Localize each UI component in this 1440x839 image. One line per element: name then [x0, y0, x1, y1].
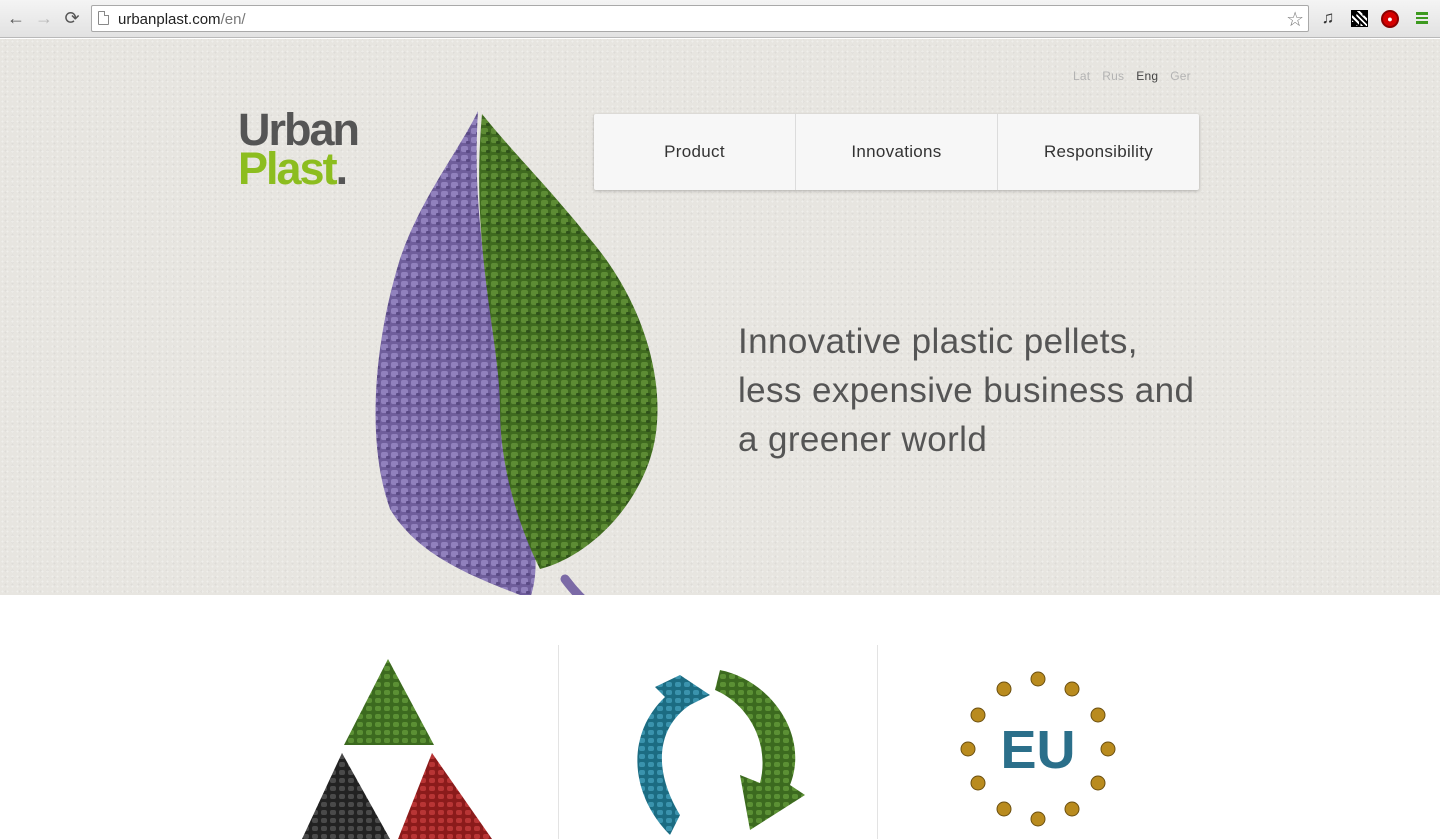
stop-icon[interactable]: ● — [1381, 10, 1399, 28]
url-path: /en/ — [220, 11, 246, 28]
column-divider — [558, 645, 559, 839]
menu-item-responsibility[interactable]: Responsibility — [998, 114, 1199, 190]
back-button[interactable]: ← — [6, 8, 26, 28]
back-arrow-icon: ← — [7, 8, 25, 28]
eu-stars-icon: EU — [960, 671, 1116, 827]
menu-item-product[interactable]: Product — [594, 114, 796, 190]
browser-toolbar: ← → ⟳ urbanplast.com/en/ ☆ ♫ ● — [0, 0, 1440, 38]
reload-icon: ⟳ — [64, 8, 80, 28]
language-switcher: Lat Rus Eng Ger — [1073, 69, 1191, 83]
site-logo[interactable]: Urban Plast. — [238, 107, 360, 191]
main-menu: Product Innovations Responsibility — [594, 114, 1199, 190]
features-section: EU — [0, 595, 1440, 839]
forward-arrow-icon: → — [35, 8, 53, 28]
lang-rus[interactable]: Rus — [1102, 69, 1124, 83]
page-icon — [98, 11, 109, 25]
forward-button[interactable]: → — [34, 8, 54, 28]
logo-plast-line: Plast. — [238, 146, 358, 191]
logo-plast: Plast — [238, 142, 338, 194]
bookmark-star-icon[interactable]: ☆ — [1286, 7, 1304, 32]
url-text: urbanplast.com/en/ — [118, 11, 246, 28]
column-divider — [877, 645, 878, 839]
address-bar[interactable]: urbanplast.com/en/ ☆ — [91, 5, 1309, 32]
hero-section: Lat Rus Eng Ger Urban Plast. Product Inn… — [0, 39, 1440, 625]
lang-lat[interactable]: Lat — [1073, 69, 1090, 83]
logo-dot: . — [335, 142, 348, 194]
triangle-pellets-icon — [302, 659, 492, 839]
lang-eng[interactable]: Eng — [1136, 69, 1158, 83]
hero-tagline: Innovative plastic pellets, less expensi… — [738, 322, 1195, 459]
eu-badge-text: EU — [1000, 720, 1075, 780]
recycle-arrows-icon — [637, 670, 805, 835]
music-note-icon[interactable]: ♫ — [1318, 8, 1338, 28]
qr-code-icon[interactable] — [1351, 10, 1368, 27]
url-host: urbanplast.com — [118, 11, 221, 28]
lang-ger[interactable]: Ger — [1170, 69, 1191, 83]
chrome-menu-icon[interactable] — [1412, 8, 1432, 28]
menu-item-innovations[interactable]: Innovations — [796, 114, 998, 190]
reload-button[interactable]: ⟳ — [62, 8, 82, 28]
